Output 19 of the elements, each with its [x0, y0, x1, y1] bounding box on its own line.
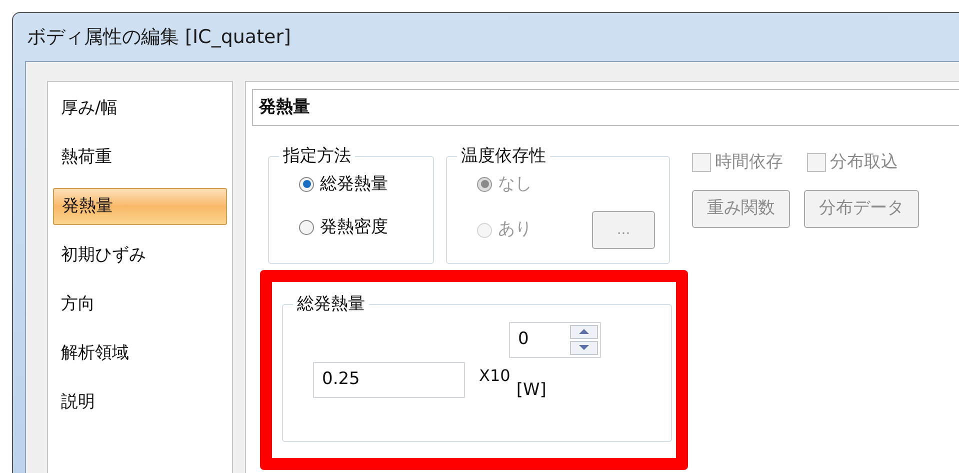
radio-option[interactable]: 総発熱量 — [299, 172, 419, 197]
window-title: ボディ属性の編集 [IC_quater] — [26, 24, 292, 50]
sidebar-item[interactable]: 厚み/幅 — [53, 90, 227, 127]
multiplier-label: X10 — [479, 364, 510, 386]
panel-header: 発熱量 — [252, 89, 959, 126]
group-title: 温度依存性 — [460, 145, 547, 168]
sidebar-item[interactable]: 発熱量 — [53, 188, 227, 225]
group-title: 総発熱量 — [296, 293, 366, 316]
radio-option[interactable]: 発熱密度 — [299, 215, 419, 240]
unit-label: [W] — [516, 378, 546, 402]
sidebar-item[interactable]: 初期ひずみ — [53, 237, 227, 274]
sidebar-item[interactable]: 解析領域 — [53, 335, 227, 372]
exponent-spinner[interactable]: 0 — [509, 322, 601, 358]
sidebar-item[interactable]: 説明 — [53, 384, 227, 421]
group-title: 指定方法 — [282, 145, 352, 168]
sidebar-item[interactable]: 方向 — [53, 286, 227, 323]
value-field[interactable]: 0.25 — [313, 362, 465, 398]
sidebar-item[interactable]: 熱荷重 — [53, 139, 227, 176]
spin-arrows-icon[interactable] — [570, 324, 598, 354]
